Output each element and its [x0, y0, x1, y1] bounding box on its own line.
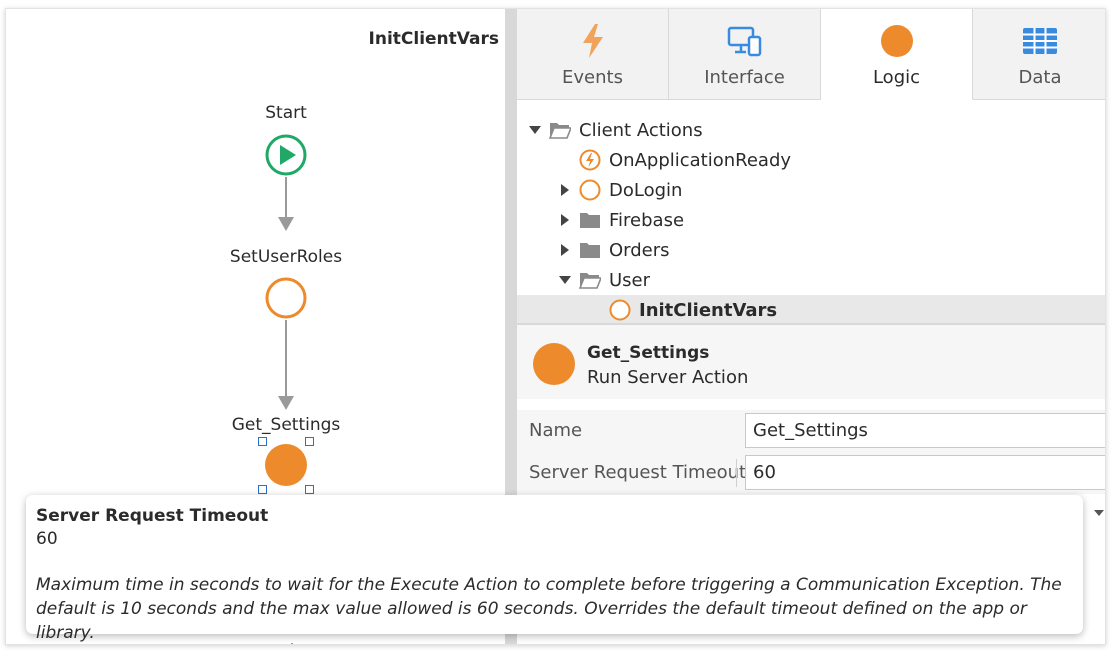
- tree-item-label: Client Actions: [579, 119, 703, 141]
- tree-item-label: DoLogin: [609, 179, 683, 201]
- tab-logic[interactable]: Logic: [821, 9, 973, 100]
- tab-events[interactable]: Events: [517, 9, 669, 100]
- table-grid-icon: [1020, 21, 1060, 61]
- start-node-label: Start: [265, 103, 307, 123]
- properties-header: Get_Settings Run Server Action: [517, 325, 1105, 399]
- property-row-server-request-timeout: Server Request Timeout 60: [517, 452, 1105, 494]
- name-field[interactable]: Get_Settings: [745, 413, 1105, 448]
- server-request-timeout-field[interactable]: 60: [745, 455, 1105, 490]
- folder-icon: [579, 209, 601, 231]
- property-row-name: Name Get_Settings: [517, 410, 1105, 452]
- tooltip-description: Maximum time in seconds to wait for the …: [36, 575, 1062, 643]
- logic-tree: Client Actions OnApplicationReady DoLogi…: [517, 113, 1105, 323]
- logic-circle-icon: [877, 21, 917, 61]
- get-settings-node-label: Get_Settings: [231, 415, 341, 435]
- tab-interface[interactable]: Interface: [669, 9, 821, 100]
- lightning-icon: [573, 21, 613, 61]
- tree-item-onapplicationready[interactable]: OnApplicationReady: [517, 145, 1105, 175]
- tab-label: Logic: [872, 67, 921, 88]
- setuserroles-node-label: SetUserRoles: [229, 247, 343, 267]
- canvas-title: InitClientVars: [368, 29, 499, 49]
- chevron-down-icon[interactable]: [1094, 510, 1104, 516]
- tab-label: Data: [1018, 67, 1062, 88]
- start-node-icon[interactable]: [264, 133, 308, 177]
- tree-item-label: Orders: [609, 239, 670, 261]
- tree-item-initclientvars[interactable]: InitClientVars: [517, 295, 1105, 323]
- folder-open-icon: [579, 269, 601, 291]
- tree-item-client-actions[interactable]: Client Actions: [517, 115, 1105, 145]
- server-action-icon: [533, 343, 575, 385]
- caret-right-icon[interactable]: [557, 242, 573, 258]
- tree-item-label: User: [609, 269, 651, 291]
- devices-icon: [725, 21, 765, 61]
- flow-connector: [285, 320, 287, 396]
- event-action-icon: [579, 149, 601, 171]
- tree-item-orders[interactable]: Orders: [517, 235, 1105, 265]
- flow-connector: [285, 177, 287, 217]
- folder-open-icon: [549, 119, 571, 141]
- action-circle-icon: [609, 299, 631, 321]
- tab-label: Events: [562, 67, 623, 88]
- tree-item-label: OnApplicationReady: [609, 149, 792, 171]
- caret-down-icon[interactable]: [527, 122, 543, 138]
- arrowhead-icon: [278, 396, 294, 410]
- properties-subtitle: Run Server Action: [587, 367, 749, 388]
- tooltip-title: Server Request Timeout: [36, 506, 269, 526]
- caret-right-icon[interactable]: [557, 182, 573, 198]
- get-settings-node-icon[interactable]: [264, 443, 308, 487]
- caret-right-icon[interactable]: [557, 212, 573, 228]
- setuserroles-node-icon[interactable]: [264, 276, 308, 320]
- tab-data[interactable]: Data: [973, 9, 1105, 100]
- tree-item-user[interactable]: User: [517, 265, 1105, 295]
- tree-item-label: Firebase: [609, 209, 685, 231]
- tooltip-value: 60: [36, 529, 58, 549]
- tab-bar: Events Interface Logic Data: [517, 9, 1105, 100]
- tab-label: Interface: [704, 67, 785, 88]
- tree-item-dologin[interactable]: DoLogin: [517, 175, 1105, 205]
- tree-item-label: InitClientVars: [639, 299, 778, 321]
- property-tooltip: Server Request Timeout 60 Maximum time i…: [26, 495, 1083, 643]
- arrowhead-icon: [278, 217, 294, 231]
- properties-title: Get_Settings: [587, 343, 710, 363]
- caret-down-icon[interactable]: [557, 272, 573, 288]
- action-circle-icon: [579, 179, 601, 201]
- column-divider[interactable]: [736, 459, 737, 487]
- folder-icon: [579, 239, 601, 261]
- caret-spacer: [587, 302, 603, 318]
- tree-item-firebase[interactable]: Firebase: [517, 205, 1105, 235]
- caret-spacer: [557, 152, 573, 168]
- property-label: Server Request Timeout: [529, 462, 747, 483]
- property-label: Name: [529, 420, 583, 441]
